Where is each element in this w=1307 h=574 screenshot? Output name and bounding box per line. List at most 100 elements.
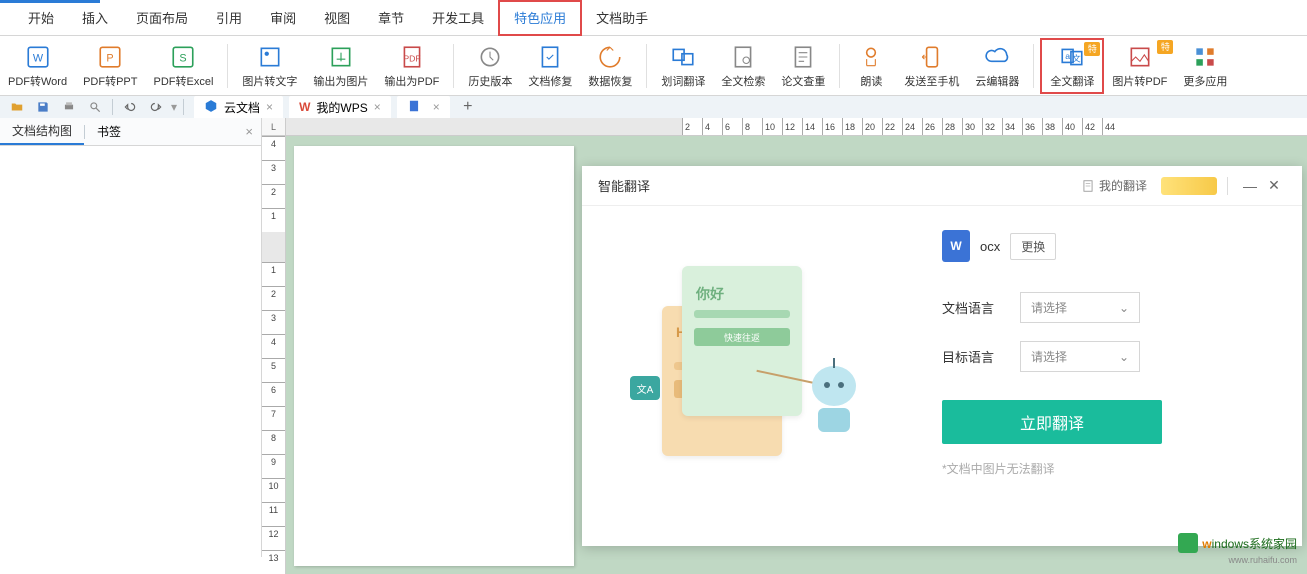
dialog-illustration: Hello 保留样式 你好 快速往返 文A [582,206,942,546]
svg-text:PDF: PDF [403,53,420,63]
full-translate-icon: a文 [1058,43,1086,71]
ribbon-word-translate[interactable]: 划词翻译 [653,38,713,94]
ribbon-label: 全文翻译 [1050,73,1094,89]
doc-tab-my-wps[interactable]: W 我的WPS × [289,96,391,118]
add-tab-button[interactable]: + [458,97,478,117]
history-icon [476,43,504,71]
menu-特色应用[interactable]: 特色应用 [498,0,582,36]
svg-text:S: S [180,52,187,64]
tab-icon: W [299,100,310,114]
ribbon-label: 云编辑器 [975,73,1019,89]
ribbon-label: 输出为PDF [384,73,439,89]
ribbon-label: 全文检索 [721,73,765,89]
img-to-pdf-icon [1126,43,1154,71]
sidetab-outline[interactable]: 文档结构图 [0,118,84,145]
ribbon-pdf-to-word[interactable]: WPDF转Word [0,38,75,94]
pdf-to-ppt-icon: P [96,43,124,71]
menu-引用[interactable]: 引用 [202,0,256,36]
ribbon-label: 历史版本 [468,73,512,89]
ribbon-history[interactable]: 历史版本 [460,38,520,94]
ribbon-pic-to-text[interactable]: 图片转文字 [234,38,305,94]
close-icon[interactable]: ✕ [1262,174,1286,198]
svg-text:P: P [107,52,114,64]
ribbon-label: 数据恢复 [588,73,632,89]
ribbon-label: PDF转Excel [154,73,214,89]
doc-icon [1081,179,1095,193]
target-lang-label: 目标语言 [942,347,1002,366]
filename-label: ocx [980,239,1000,254]
save-icon[interactable] [34,98,52,116]
word-translate-icon [669,43,697,71]
menu-文档助手[interactable]: 文档助手 [582,0,662,36]
doc-lang-select[interactable]: 请选择 ⌄ [1020,292,1140,323]
doc-tab-doc3[interactable]: × [397,96,450,118]
tab-close-icon[interactable]: × [374,100,381,114]
more-apps-icon [1191,43,1219,71]
preview-icon[interactable] [86,98,104,116]
ribbon-pdf-to-excel[interactable]: S PDF转Excel [146,38,222,94]
fulltext-search-icon [729,43,757,71]
premium-badge-icon: 特 [1084,42,1100,56]
ribbon-send-phone[interactable]: 发送至手机 [896,38,967,94]
dialog-title: 智能翻译 [598,176,650,195]
menu-章节[interactable]: 章节 [364,0,418,36]
ribbon-export-image[interactable]: 输出为图片 [305,38,376,94]
chevron-down-icon: ⌄ [1119,350,1129,364]
ribbon-cloud-editor[interactable]: 云编辑器 [967,38,1027,94]
ribbon-pdf-to-ppt[interactable]: PPDF转PPT [75,38,145,94]
minimize-icon[interactable]: — [1238,174,1262,198]
sidepanel-close-icon[interactable]: × [245,124,253,139]
ribbon-export-pdf[interactable]: PDF 输出为PDF [376,38,447,94]
menu-视图[interactable]: 视图 [310,0,364,36]
svg-text:W: W [32,52,43,64]
folder-icon[interactable] [8,98,26,116]
tab-label: 云文档 [224,99,260,116]
document-page [294,146,574,566]
ribbon-more-apps[interactable]: 更多应用 [1175,38,1235,94]
export-image-icon [327,43,355,71]
svg-text:a: a [1066,51,1071,61]
ribbon-read-aloud[interactable]: 朗读 [846,38,896,94]
menu-审阅[interactable]: 审阅 [256,0,310,36]
sidepanel-body [0,146,261,557]
vertical-ruler: 4321 12345678910111213 [262,136,286,574]
ribbon-label: 输出为图片 [313,73,368,89]
ribbon-label: 朗读 [860,73,882,89]
ribbon-data-recover[interactable]: 数据恢复 [580,38,640,94]
doc-repair-icon [536,43,564,71]
menu-页面布局[interactable]: 页面布局 [122,0,202,36]
undo-icon[interactable] [121,98,139,116]
ribbon-paper-check[interactable]: 论文查重 [773,38,833,94]
ribbon-label: 图片转文字 [242,73,297,89]
ribbon-img-to-pdf[interactable]: 图片转PDF特 [1104,38,1175,94]
ribbon-fulltext-search[interactable]: 全文检索 [713,38,773,94]
change-file-button[interactable]: 更换 [1010,233,1056,260]
my-translations-link[interactable]: 我的翻译 [1081,177,1147,194]
redo-icon[interactable] [147,98,165,116]
ribbon-label: 更多应用 [1183,73,1227,89]
print-icon[interactable] [60,98,78,116]
menu-开始[interactable]: 开始 [14,0,68,36]
ribbon-doc-repair[interactable]: 文档修复 [520,38,580,94]
doc-tab-cloud-doc[interactable]: 云文档 × [194,96,283,118]
translate-submit-button[interactable]: 立即翻译 [942,400,1162,444]
ribbon-full-translate[interactable]: a文全文翻译 特 [1040,38,1104,94]
pdf-to-excel-icon: S [169,43,197,71]
ruler-corner: L [262,118,286,136]
ribbon-label: 发送至手机 [904,73,959,89]
sidetab-bookmark[interactable]: 书签 [85,119,133,144]
tab-label: 我的WPS [316,99,367,116]
chevron-down-icon: ⌄ [1119,301,1129,315]
house-icon [1178,533,1198,553]
doc-lang-label: 文档语言 [942,298,1002,317]
ribbon-label: 文档修复 [528,73,572,89]
svg-text:文: 文 [1072,52,1081,63]
menu-插入[interactable]: 插入 [68,0,122,36]
menu-开发工具[interactable]: 开发工具 [418,0,498,36]
tab-close-icon[interactable]: × [266,100,273,114]
tab-close-icon[interactable]: × [433,100,440,114]
target-lang-select[interactable]: 请选择 ⌄ [1020,341,1140,372]
vip-badge[interactable] [1161,177,1217,195]
translate-badge-icon: 文A [630,376,660,400]
pdf-to-word-icon: W [24,43,52,71]
